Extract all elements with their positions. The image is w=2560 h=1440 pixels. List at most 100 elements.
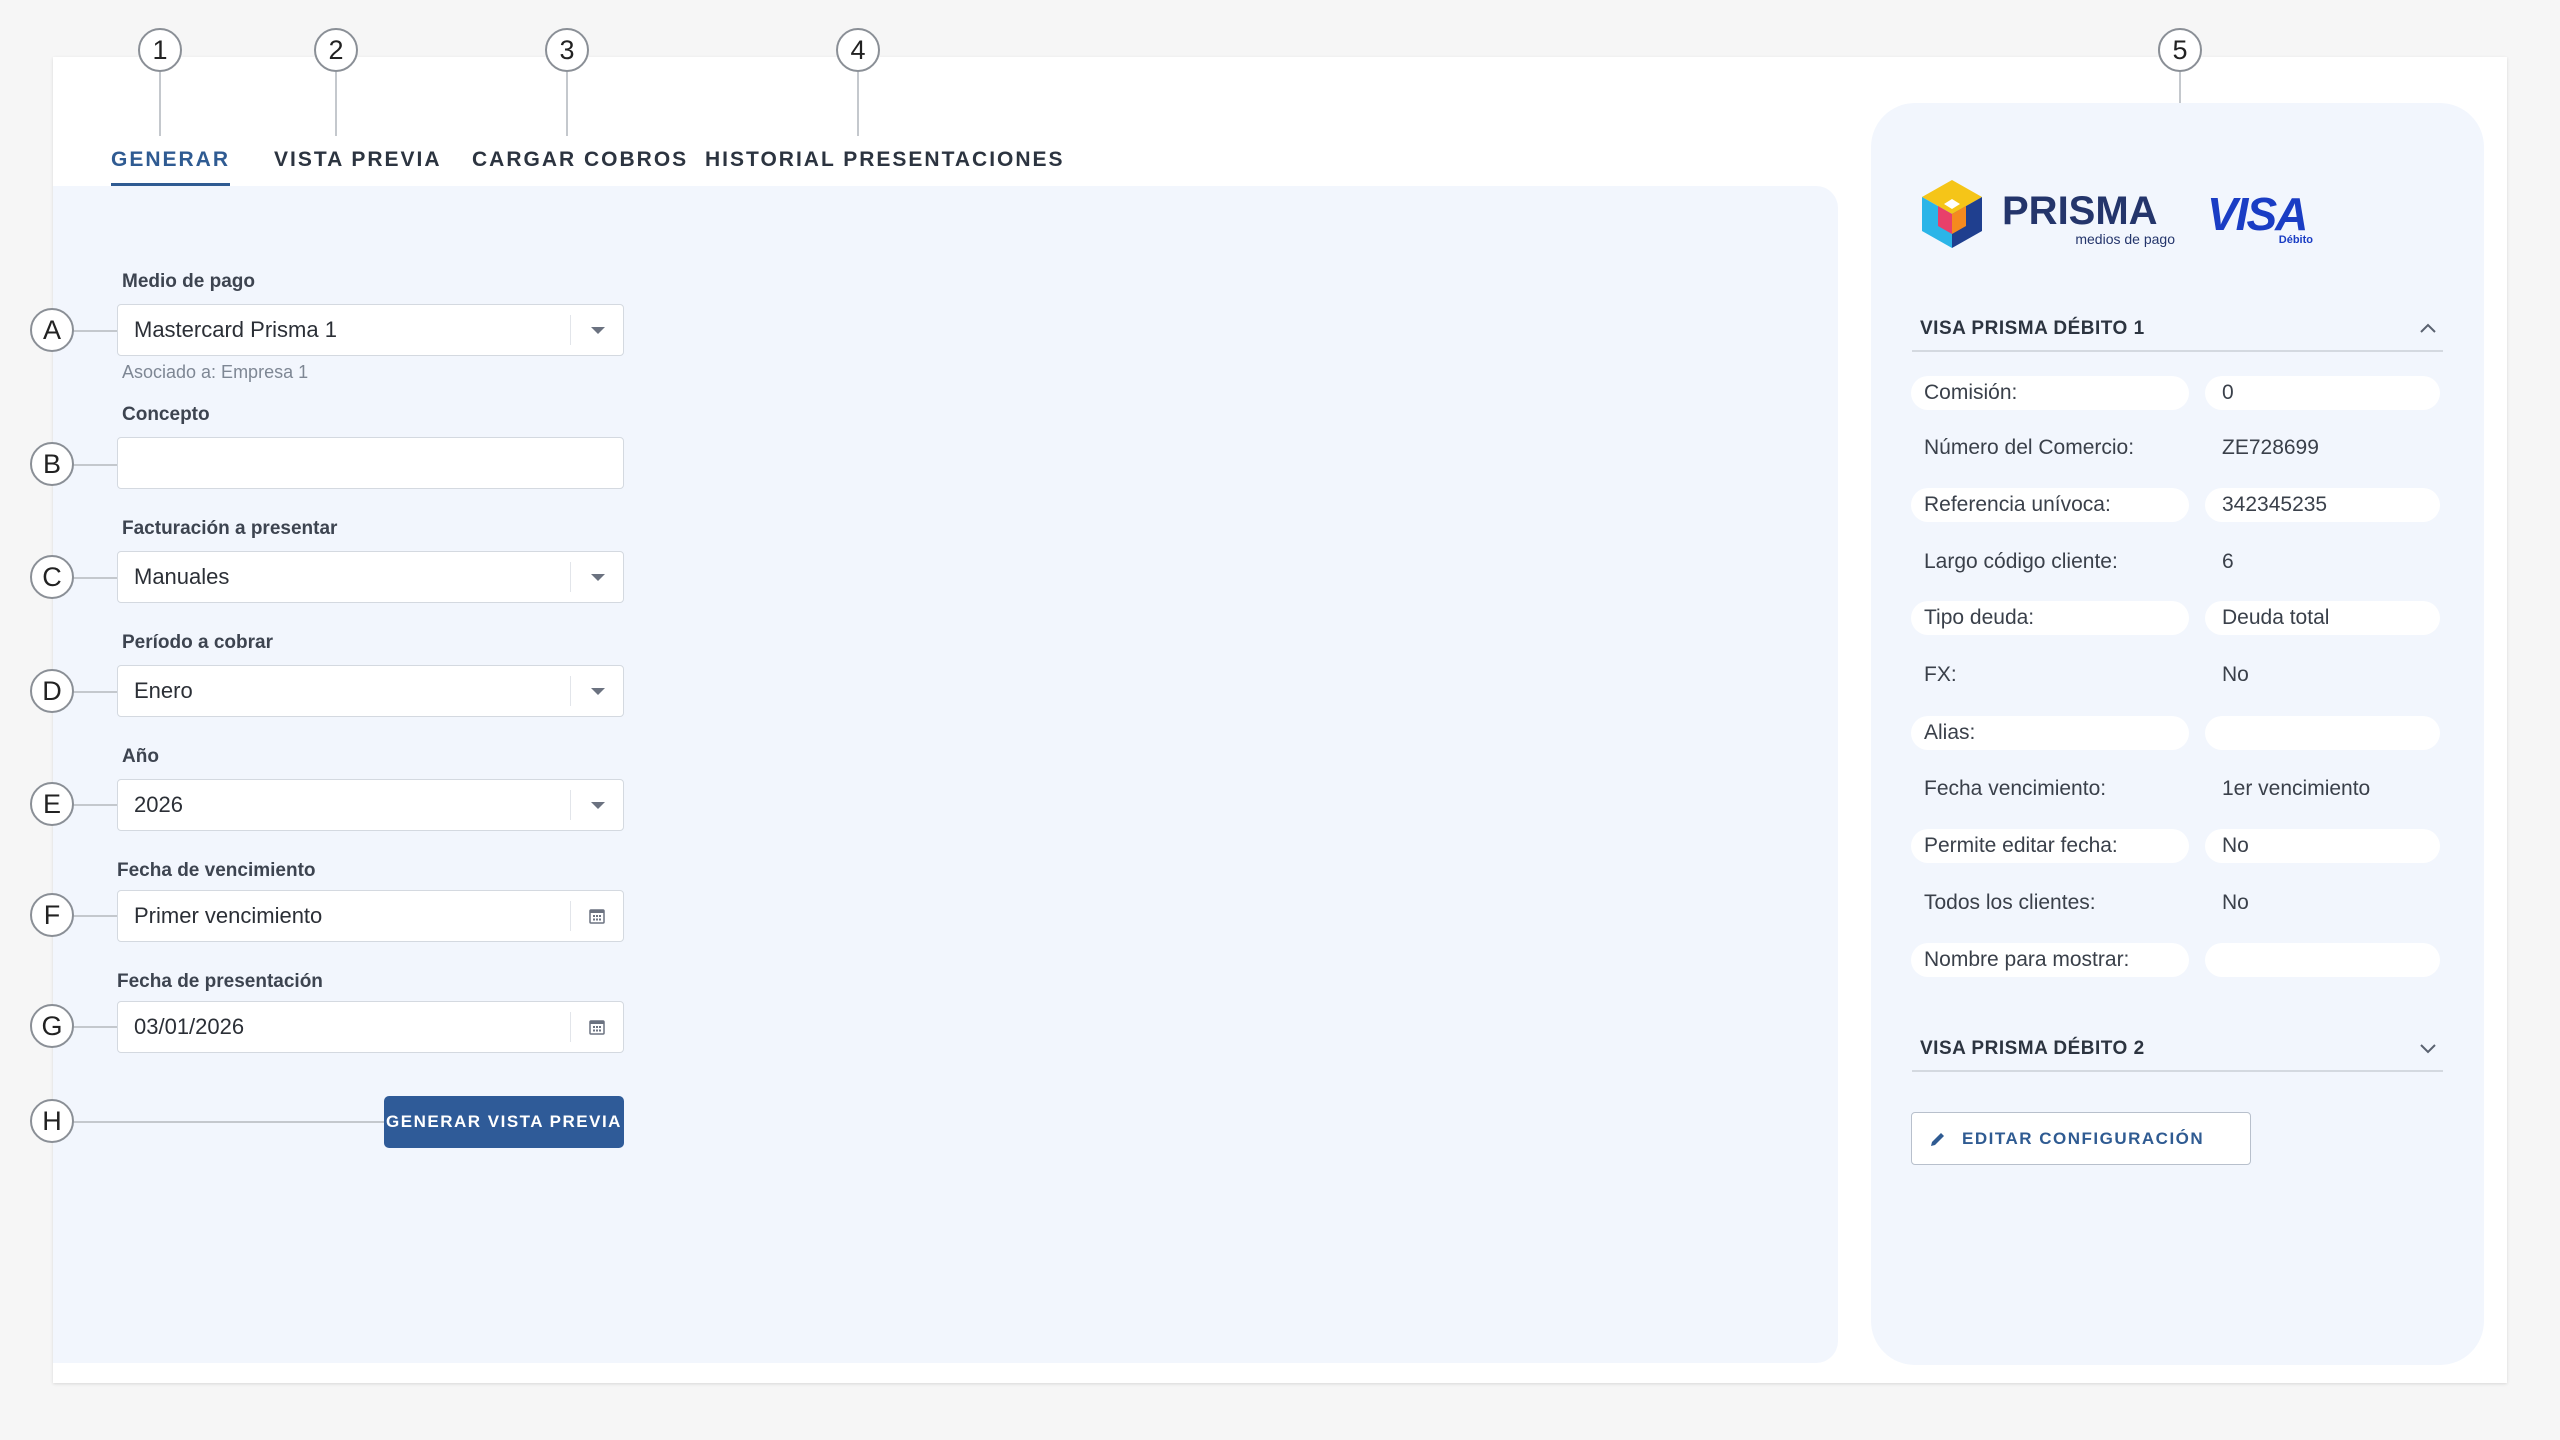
fecha-vencimiento-input[interactable]: Primer vencimiento [117,890,624,942]
callout-3: 3 [545,28,589,72]
editar-configuracion-button[interactable]: EDITAR CONFIGURACIÓN [1911,1112,2251,1165]
callout-line-c [72,577,117,579]
config-value-nombre-mostrar [2205,943,2440,977]
fecha-vencimiento-value: Primer vencimiento [134,903,323,928]
callout-line-f [72,915,117,917]
prisma-logo: PRISMA medios de pago [1922,180,2175,248]
medio-pago-label: Medio de pago [122,271,255,292]
callout-5: 5 [2158,28,2202,72]
facturacion-select[interactable]: Manuales [117,551,624,603]
tab-cargar-cobros[interactable]: CARGAR COBROS [472,148,688,172]
callout-line-4 [857,72,859,136]
config-value-todos-clientes: No [2222,891,2249,914]
callout-line-d [72,691,117,693]
prisma-wordmark: PRISMA [2002,189,2158,233]
input-separator [570,901,571,931]
config-value-tipo-deuda: Deuda total [2205,601,2440,635]
visa-debito-logo: VISA Débito [2207,190,2314,246]
config-label-largo-codigo: Largo código cliente: [1924,550,2118,573]
fecha-vencimiento-label: Fecha de vencimiento [117,860,316,881]
config-label-referencia: Referencia unívoca: [1911,488,2189,522]
config-label-alias: Alias: [1911,716,2189,750]
callout-line-b [72,464,117,466]
pencil-icon [1931,1133,1944,1146]
callout-2: 2 [314,28,358,72]
config-value-comision: 0 [2205,376,2440,410]
accordion-visa-debito-1[interactable]: VISA PRISMA DÉBITO 1 [1912,308,2443,352]
facturacion-label: Facturación a presentar [122,518,338,539]
tab-generar[interactable]: GENERAR [111,148,231,186]
callout-line-2 [335,72,337,136]
config-label-tipo-deuda: Tipo deuda: [1911,601,2189,635]
chevron-down-icon [591,688,605,695]
callout-line-g [72,1026,117,1028]
callout-e: E [30,782,74,826]
config-label-numero-comercio: Número del Comercio: [1924,436,2135,459]
callout-f: F [30,893,74,937]
fecha-presentacion-value: 03/01/2026 [134,1014,245,1039]
form-panel [53,186,1838,1363]
callout-4: 4 [836,28,880,72]
generar-vista-previa-button[interactable]: GENERAR VISTA PREVIA [384,1096,624,1148]
anio-value: 2026 [134,792,183,817]
visa-wordmark: VISA [2207,190,2306,240]
callout-c: C [30,555,74,599]
calendar-icon[interactable] [589,1019,605,1035]
medio-pago-select[interactable]: Mastercard Prisma 1 [117,304,624,356]
visa-debito-label: Débito [2279,234,2314,246]
facturacion-value: Manuales [134,564,230,589]
concepto-label: Concepto [122,404,210,425]
callout-b: B [30,442,74,486]
fecha-presentacion-label: Fecha de presentación [117,971,323,992]
tab-historial-presentaciones[interactable]: HISTORIAL PRESENTACIONES [705,148,1065,172]
concepto-input[interactable] [117,437,624,489]
anio-label: Año [122,746,159,767]
callout-h: H [30,1099,74,1143]
chevron-down-icon[interactable] [2419,1042,2437,1054]
config-value-fecha-vencimiento: 1er vencimiento [2222,777,2371,800]
calendar-icon[interactable] [589,908,605,924]
chevron-up-icon[interactable] [2419,322,2437,334]
chevron-down-icon [591,574,605,581]
config-label-nombre-mostrar: Nombre para mostrar: [1911,943,2189,977]
callout-g: G [30,1004,74,1048]
config-label-todos-clientes: Todos los clientes: [1924,891,2096,914]
medio-pago-value: Mastercard Prisma 1 [134,317,337,342]
config-value-numero-comercio: ZE728699 [2222,436,2319,459]
config-label-fx: FX: [1924,663,1957,686]
prisma-tagline: medios de pago [2075,231,2175,247]
config-label-permite-editar: Permite editar fecha: [1911,829,2189,863]
chevron-down-icon [591,802,605,809]
config-label-fecha-vencimiento: Fecha vencimiento: [1924,777,2107,800]
callout-a: A [30,308,74,352]
medio-pago-help: Asociado a: Empresa 1 [122,362,309,382]
fecha-presentacion-input[interactable]: 03/01/2026 [117,1001,624,1053]
editar-configuracion-label: EDITAR CONFIGURACIÓN [1962,1128,2205,1148]
accordion-title: VISA PRISMA DÉBITO 2 [1920,1038,2145,1059]
callout-1: 1 [138,28,182,72]
select-separator [570,562,571,592]
accordion-visa-debito-2[interactable]: VISA PRISMA DÉBITO 2 [1912,1028,2443,1072]
config-label-comision: Comisión: [1911,376,2189,410]
config-value-fx: No [2222,663,2249,686]
periodo-label: Período a cobrar [122,632,273,653]
config-value-alias [2205,716,2440,750]
callout-line-e [72,804,117,806]
periodo-value: Enero [134,678,193,703]
callout-line-h [72,1121,384,1123]
select-separator [570,790,571,820]
tab-vista-previa[interactable]: VISTA PREVIA [274,148,442,172]
callout-d: D [30,669,74,713]
callout-line-5 [2179,72,2181,104]
accordion-title: VISA PRISMA DÉBITO 1 [1920,318,2145,339]
config-value-largo-codigo: 6 [2222,550,2234,573]
config-value-permite-editar: No [2205,829,2440,863]
periodo-select[interactable]: Enero [117,665,624,717]
callout-line-a [72,330,117,332]
select-separator [570,676,571,706]
callout-line-1 [159,72,161,136]
chevron-down-icon [591,327,605,334]
config-value-referencia: 342345235 [2205,488,2440,522]
select-separator [570,315,571,345]
anio-select[interactable]: 2026 [117,779,624,831]
